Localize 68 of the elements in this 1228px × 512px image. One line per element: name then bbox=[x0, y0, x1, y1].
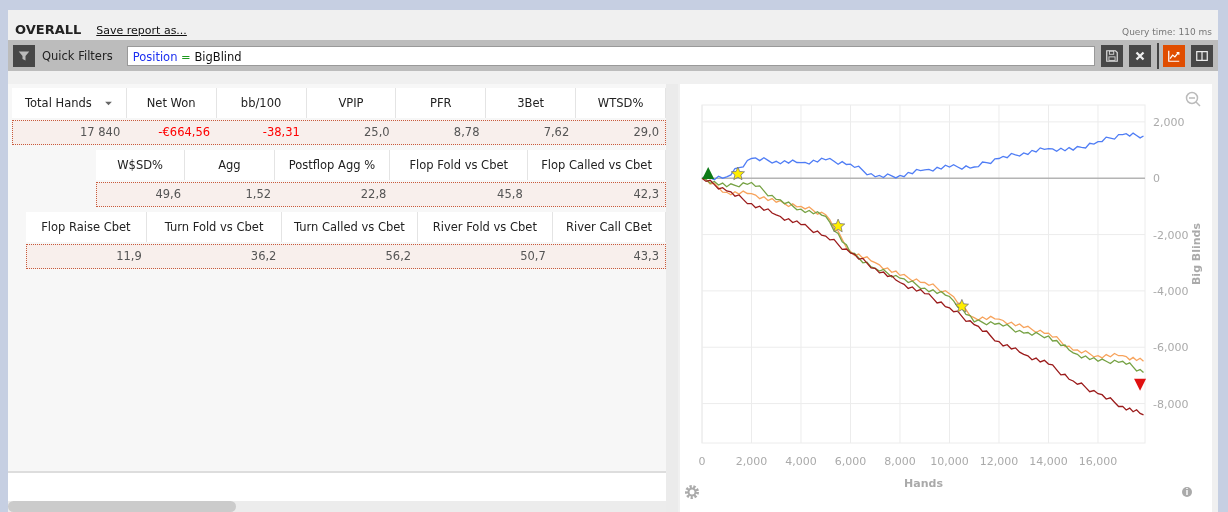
y-tick-label: 0 bbox=[1153, 172, 1160, 186]
x-tick-label: 16,000 bbox=[1078, 455, 1118, 468]
table-cell-text: -€664,56 bbox=[157, 124, 212, 141]
save-report-link[interactable]: Save report as... bbox=[96, 24, 187, 37]
table-cell-text: 29,0 bbox=[632, 124, 661, 141]
query-time: Query time: 110 ms bbox=[1122, 27, 1212, 37]
split-view-icon bbox=[1195, 48, 1209, 63]
column-header[interactable]: 3Bet bbox=[486, 88, 577, 118]
close-button[interactable] bbox=[1129, 44, 1151, 67]
table-cell-text: 45,8 bbox=[496, 186, 524, 203]
column-header[interactable]: Agg bbox=[185, 150, 275, 180]
quick-filters-label: Quick Filters bbox=[42, 48, 113, 63]
x-tick-label: 10,000 bbox=[930, 455, 969, 468]
zoom-out-icon[interactable] bbox=[1185, 91, 1201, 107]
save-button[interactable] bbox=[1101, 44, 1123, 67]
split-view-button[interactable] bbox=[1191, 44, 1213, 67]
column-header[interactable]: VPIP bbox=[306, 88, 397, 118]
filter-field[interactable]: Position = BigBlind bbox=[126, 45, 1095, 66]
column-header[interactable]: W$SD% bbox=[96, 150, 186, 180]
info-icon[interactable] bbox=[1182, 487, 1192, 497]
table-cell-text: 1,52 bbox=[244, 186, 273, 203]
line-chart-button[interactable] bbox=[1163, 44, 1185, 67]
table-cell-text: 25,0 bbox=[363, 124, 391, 141]
table-cell-text: 22,8 bbox=[359, 186, 388, 203]
line-chart-icon bbox=[1167, 48, 1181, 63]
y-tick-label: -4,000 bbox=[1153, 284, 1189, 298]
table-cell-text: 49,6 bbox=[154, 186, 183, 203]
table-cell-text: 42,3 bbox=[632, 186, 660, 203]
table-cell-text: 36,2 bbox=[249, 248, 278, 265]
column-header[interactable]: Total Hands bbox=[12, 88, 127, 118]
y-tick-label: -2,000 bbox=[1153, 228, 1189, 242]
report-title: OVERALL bbox=[15, 22, 82, 37]
filter-icon bbox=[18, 49, 30, 62]
x-tick-label: 12,000 bbox=[979, 455, 1019, 468]
table-cell-text: 7,62 bbox=[542, 124, 571, 141]
column-header[interactable]: Flop Raise Cbet bbox=[26, 212, 147, 242]
settings-icon[interactable] bbox=[685, 485, 699, 499]
x-tick-label: 14,000 bbox=[1029, 455, 1068, 468]
x-tick-label: 8,000 bbox=[884, 455, 916, 468]
filter-button[interactable] bbox=[13, 44, 35, 67]
table-cell-text: 43,3 bbox=[632, 248, 661, 265]
column-header[interactable]: bb/100 bbox=[216, 88, 307, 118]
x-tick-label: 0 bbox=[698, 455, 706, 468]
y-tick-label: -6,000 bbox=[1153, 341, 1189, 355]
table-cell-text: 50,7 bbox=[519, 248, 547, 265]
x-tick-label: 2,000 bbox=[735, 455, 768, 468]
table-cell-text: 56,2 bbox=[384, 248, 413, 265]
x-tick-label: 4,000 bbox=[785, 455, 817, 468]
y-tick-label: -8,000 bbox=[1153, 397, 1189, 411]
vertical-scrollbar[interactable] bbox=[666, 84, 678, 512]
column-header[interactable]: PFR bbox=[396, 88, 487, 118]
x-tick-label: 6,000 bbox=[834, 455, 867, 468]
column-header[interactable]: Turn Fold vs Cbet bbox=[146, 212, 283, 242]
save-icon bbox=[1105, 48, 1119, 63]
table-cell-text: -38,31 bbox=[261, 124, 301, 141]
table-cell-text: 8,78 bbox=[452, 124, 481, 141]
column-header[interactable]: Turn Called vs Cbet bbox=[282, 212, 418, 242]
column-header[interactable]: Net Won bbox=[126, 88, 217, 118]
y-axis-label: Big Blinds bbox=[1190, 223, 1203, 285]
table-cell-text: 17 840 bbox=[79, 124, 122, 141]
column-header[interactable]: River Fold vs Cbet bbox=[417, 212, 553, 242]
column-header[interactable]: Flop Fold vs Cbet bbox=[390, 150, 529, 180]
y-tick-label: 2,000 bbox=[1153, 115, 1185, 129]
column-header[interactable]: Postflop Agg % bbox=[274, 150, 391, 180]
scrollbar-thumb[interactable] bbox=[8, 501, 236, 512]
horizontal-scrollbar[interactable] bbox=[8, 501, 667, 512]
table-cell-text: 11,9 bbox=[115, 248, 143, 265]
x-axis-label: Hands bbox=[904, 477, 943, 490]
